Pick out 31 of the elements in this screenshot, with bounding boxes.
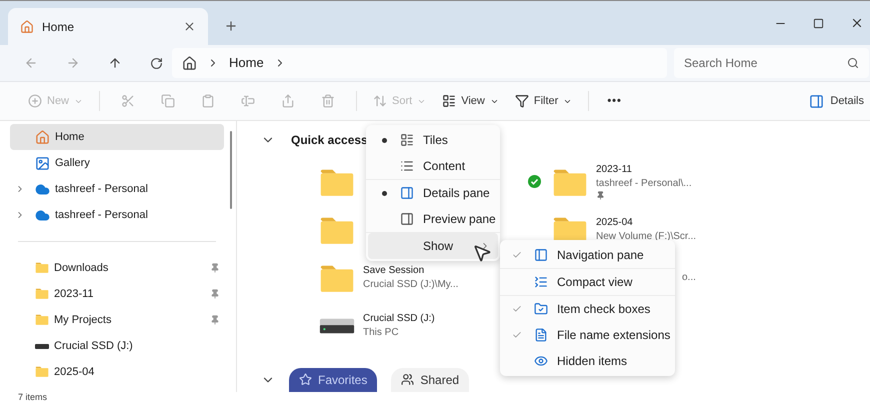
menu-label: Item check boxes xyxy=(556,301,650,318)
item-location: tashreef - Personal\... xyxy=(596,177,692,192)
sidebar-label: 2023-11 xyxy=(54,286,95,302)
item-name: 2025-04 xyxy=(596,216,634,230)
tab-title: Home xyxy=(42,18,76,36)
item-location: This PC xyxy=(363,326,400,340)
menu-label: Compact view xyxy=(556,274,632,291)
menu-label: Tiles xyxy=(422,132,448,149)
sidebar-label: tashreef - Personal xyxy=(55,208,149,223)
sidebar-label: Crucial SSD (J:) xyxy=(54,338,134,354)
section-title: Quick access xyxy=(291,132,368,150)
menu-label: Content xyxy=(422,158,466,175)
item-name: Save Session xyxy=(363,264,426,278)
menu-label: Details pane xyxy=(422,185,490,202)
sidebar-label: Downloads xyxy=(54,260,110,276)
item-location: New Volume (F:)\Scr... xyxy=(596,230,696,244)
status-text: 7 items xyxy=(18,392,48,402)
sidebar-label: tashreef - Personal xyxy=(55,182,149,197)
sidebar-label: Home xyxy=(55,130,86,145)
sidebar-label: 2025-04 xyxy=(54,364,96,380)
menu-label: Hidden items xyxy=(556,353,628,370)
item-name: Crucial SSD (J:) xyxy=(363,312,435,326)
item-location: Crucial SSD (J:)\My... xyxy=(363,278,458,292)
menu-label: File name extensions xyxy=(556,327,670,344)
sidebar-label: Gallery xyxy=(55,156,91,171)
item-name: 2023-11 xyxy=(596,163,633,178)
menu-label: Preview pane xyxy=(422,211,496,228)
menu-label: Show xyxy=(422,238,454,255)
sidebar-label: My Projects xyxy=(54,312,112,328)
menu-label: Navigation pane xyxy=(556,247,644,264)
item-location: o... xyxy=(682,270,696,285)
